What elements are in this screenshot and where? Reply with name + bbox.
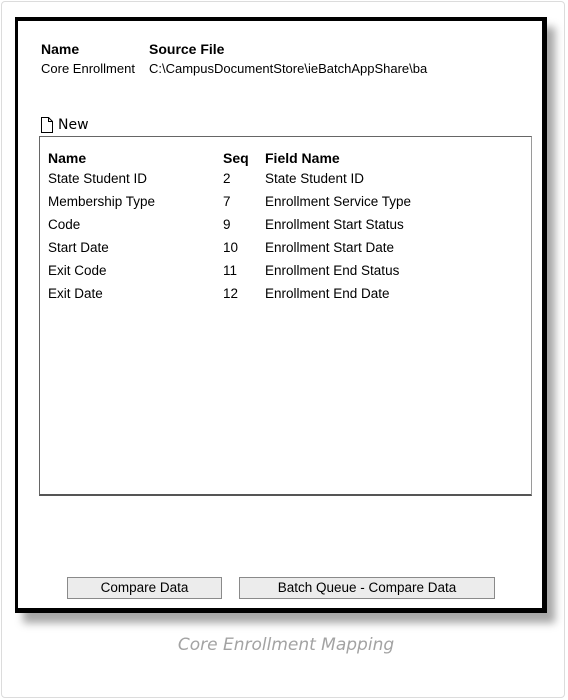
table-row[interactable]: Code 9 Enrollment Start Status <box>40 217 531 239</box>
image-caption: Core Enrollment Mapping <box>177 635 395 655</box>
row-seq: 9 <box>223 217 231 232</box>
new-button-label: New <box>58 117 89 133</box>
batch-queue-compare-data-button[interactable]: Batch Queue - Compare Data <box>239 577 495 599</box>
row-field-name: Enrollment Service Type <box>265 194 412 209</box>
row-name: State Student ID <box>48 171 148 186</box>
row-name: Start Date <box>48 240 109 255</box>
row-seq: 10 <box>223 240 239 255</box>
row-field-name: Enrollment End Date <box>265 286 390 301</box>
table-row[interactable]: Membership Type 7 Enrollment Service Typ… <box>40 194 531 216</box>
compare-data-button[interactable]: Compare Data <box>67 577 222 599</box>
source-file-header-label: Source File <box>149 41 225 57</box>
row-name: Exit Code <box>48 263 107 278</box>
table-row[interactable]: Exit Code 11 Enrollment End Status <box>40 263 531 285</box>
mapping-panel: Name Source File Core Enrollment C:\Camp… <box>15 17 547 613</box>
row-seq: 7 <box>223 194 231 209</box>
row-name: Code <box>48 217 81 232</box>
new-button[interactable]: New <box>41 111 89 133</box>
source-file-value: C:\CampusDocumentStore\ieBatchAppShare\b… <box>149 61 428 76</box>
field-mapping-list[interactable]: Name Seq Field Name State Student ID 2 S… <box>39 136 532 496</box>
row-name: Membership Type <box>48 194 156 209</box>
table-row[interactable]: State Student ID 2 State Student ID <box>40 171 531 193</box>
column-header-name[interactable]: Name <box>48 150 86 166</box>
row-field-name: Enrollment End Status <box>265 263 400 278</box>
row-field-name: Enrollment Start Status <box>265 217 404 232</box>
row-name: Exit Date <box>48 286 103 301</box>
new-document-icon <box>41 117 53 133</box>
row-seq: 11 <box>223 263 238 278</box>
table-row[interactable]: Exit Date 12 Enrollment End Date <box>40 286 531 308</box>
name-value: Core Enrollment <box>41 61 135 76</box>
row-seq: 2 <box>223 171 231 186</box>
row-seq: 12 <box>223 286 239 301</box>
row-field-name: State Student ID <box>265 171 365 186</box>
name-header-label: Name <box>41 41 80 57</box>
column-header-seq[interactable]: Seq <box>223 150 249 166</box>
image-frame: Name Source File Core Enrollment C:\Camp… <box>1 1 565 698</box>
table-row[interactable]: Start Date 10 Enrollment Start Date <box>40 240 531 262</box>
row-field-name: Enrollment Start Date <box>265 240 395 255</box>
column-header-field-name[interactable]: Field Name <box>265 150 340 166</box>
